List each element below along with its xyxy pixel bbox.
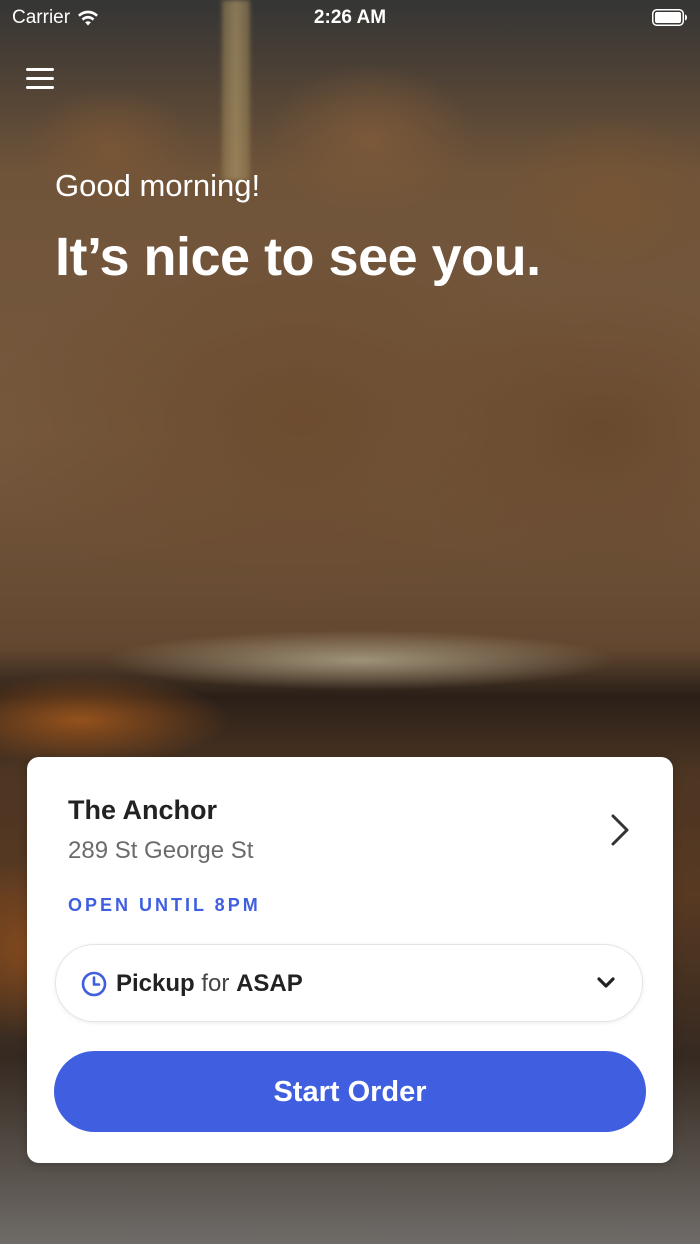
pickup-time-dropdown[interactable]: Pickup for ASAP: [55, 944, 643, 1022]
store-selector[interactable]: The Anchor 289 St George St: [27, 757, 673, 877]
order-card: The Anchor 289 St George St OPEN UNTIL 8…: [27, 757, 673, 1163]
home-screen: Carrier 2:26 AM Good morning! It’s nice …: [0, 0, 700, 1244]
chevron-down-icon: [597, 977, 615, 988]
chevron-right-icon: [611, 814, 629, 846]
pickup-summary: Pickup for ASAP: [116, 970, 303, 998]
open-status-label: OPEN UNTIL 8PM: [68, 895, 261, 915]
pickup-time: ASAP: [236, 970, 303, 997]
menu-icon-bar-top: [26, 68, 54, 71]
menu-icon-bar-middle: [26, 77, 54, 80]
menu-icon-bar-bottom: [26, 86, 54, 89]
greeting-text: Good morning!: [55, 168, 261, 203]
store-address: 289 St George St: [68, 837, 254, 864]
headline-text: It’s nice to see you.: [55, 227, 541, 287]
status-time: 2:26 AM: [313, 7, 387, 28]
status-bar: Carrier 2:26 AM: [0, 0, 700, 36]
battery-icon: [652, 9, 687, 26]
store-name: The Anchor: [68, 795, 218, 825]
pickup-mode: Pickup: [116, 970, 195, 997]
start-order-button[interactable]: Start Order: [54, 1051, 646, 1132]
menu-icon[interactable]: [26, 66, 56, 92]
pickup-connector: for: [201, 970, 230, 997]
clock-icon: [81, 971, 107, 997]
